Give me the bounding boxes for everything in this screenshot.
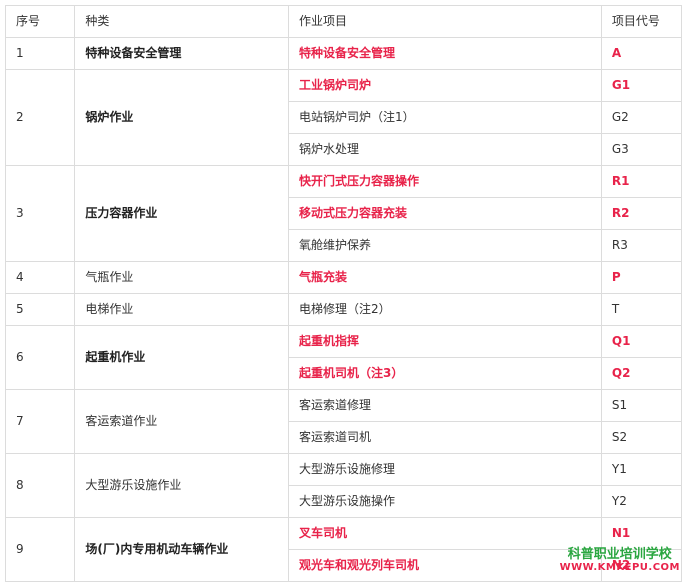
cell-item: 氧舱维护保养	[287, 229, 602, 262]
cell-item: 特种设备安全管理	[287, 37, 602, 70]
cell-no: 7	[4, 389, 76, 454]
watermark-name: 科普职业培训学校	[567, 547, 672, 562]
cell-item: 移动式压力容器充装	[287, 197, 602, 230]
cell-no: 9	[4, 517, 76, 582]
cell-code: R3	[600, 229, 683, 262]
cell-item: 大型游乐设施修理	[287, 453, 602, 486]
cell-no: 4	[4, 261, 76, 294]
table-body: 1 特种设备安全管理 特种设备安全管理 A 2 锅炉作业 工业锅炉司炉 G1 电站锅炉司炉（注1…	[4, 37, 683, 582]
cell-no: 5	[4, 293, 76, 326]
cell-category: 场(厂)内专用机动车辆作业	[74, 517, 289, 582]
cell-code: R2	[600, 197, 683, 230]
cell-category: 压力容器作业	[74, 165, 289, 262]
cell-no: 1	[4, 37, 76, 70]
table-row: 7 客运索道作业 客运索道修理 S1	[4, 389, 683, 454]
table-row: 2 锅炉作业 工业锅炉司炉 G1	[4, 69, 683, 166]
cell-category: 气瓶作业	[74, 261, 289, 294]
cell-item: 观光车和观光列车司机	[287, 549, 602, 582]
cell-code: S2	[600, 421, 683, 454]
cell-code: R1	[600, 165, 683, 198]
cell-code: Y2	[600, 485, 683, 518]
cell-item: 电站锅炉司炉（注1）	[287, 101, 602, 134]
cell-code: S1	[600, 389, 683, 422]
cell-category: 客运索道作业	[74, 389, 289, 454]
cell-item: 客运索道修理	[287, 389, 602, 422]
watermark-logo: 科普职业培训学校 WWW.KMKEPU.COM	[559, 547, 680, 574]
cell-item: 工业锅炉司炉	[287, 69, 602, 102]
header-category: 种类	[74, 5, 289, 38]
cell-item: 大型游乐设施操作	[287, 485, 602, 518]
header-code: 项目代号	[600, 5, 683, 38]
cell-code: P	[600, 261, 683, 294]
cell-category: 锅炉作业	[74, 69, 289, 166]
cell-no: 2	[4, 69, 76, 166]
table-row: 5 电梯作业 电梯修理（注2） T	[4, 293, 683, 326]
watermark-url: WWW.KMKEPU.COM	[559, 562, 680, 574]
cell-no: 6	[4, 325, 76, 390]
cell-code: Y1	[600, 453, 683, 486]
table-row: 3 压力容器作业 快开门式压力容器操作 R1	[4, 165, 683, 262]
cell-item: 叉车司机	[287, 517, 602, 550]
table-row: 6 起重机作业 起重机指挥 Q1	[4, 325, 683, 390]
cell-code: A	[600, 37, 683, 70]
header-no: 序号	[4, 5, 76, 38]
cell-item: 客运索道司机	[287, 421, 602, 454]
cell-category: 起重机作业	[74, 325, 289, 390]
table-row: 8 大型游乐设施作业 大型游乐设施修理 Y1	[4, 453, 683, 518]
cell-code: G1	[600, 69, 683, 102]
cell-item: 气瓶充装	[287, 261, 602, 294]
cell-code: Q2	[600, 357, 683, 390]
table-row: 9 场(厂)内专用机动车辆作业 叉车司机 N1	[4, 517, 683, 582]
table-row: 4 气瓶作业 气瓶充装 P	[4, 261, 683, 294]
cell-item: 起重机司机（注3）	[287, 357, 602, 390]
cell-category: 大型游乐设施作业	[74, 453, 289, 518]
table-row: 1 特种设备安全管理 特种设备安全管理 A	[4, 37, 683, 70]
cell-item: 锅炉水处理	[287, 133, 602, 166]
cell-no: 8	[4, 453, 76, 518]
cell-code: G2	[600, 101, 683, 134]
cell-category: 特种设备安全管理	[74, 37, 289, 70]
cell-no: 3	[4, 165, 76, 262]
cell-category: 电梯作业	[74, 293, 289, 326]
cell-code: T	[600, 293, 683, 326]
cell-code: Q1	[600, 325, 683, 358]
table-header-row: 序号 种类 作业项目 项目代号	[4, 5, 683, 38]
header-item: 作业项目	[287, 5, 602, 38]
cell-item: 电梯修理（注2）	[287, 293, 602, 326]
job-category-table: 序号 种类 作业项目 项目代号 1 特种设备安全管理 特种设备安全管理 A 2 锅炉作业工…	[4, 5, 683, 582]
cell-item: 起重机指挥	[287, 325, 602, 358]
cell-item: 快开门式压力容器操作	[287, 165, 602, 198]
cell-code: N1	[600, 517, 683, 550]
cell-code: G3	[600, 133, 683, 166]
